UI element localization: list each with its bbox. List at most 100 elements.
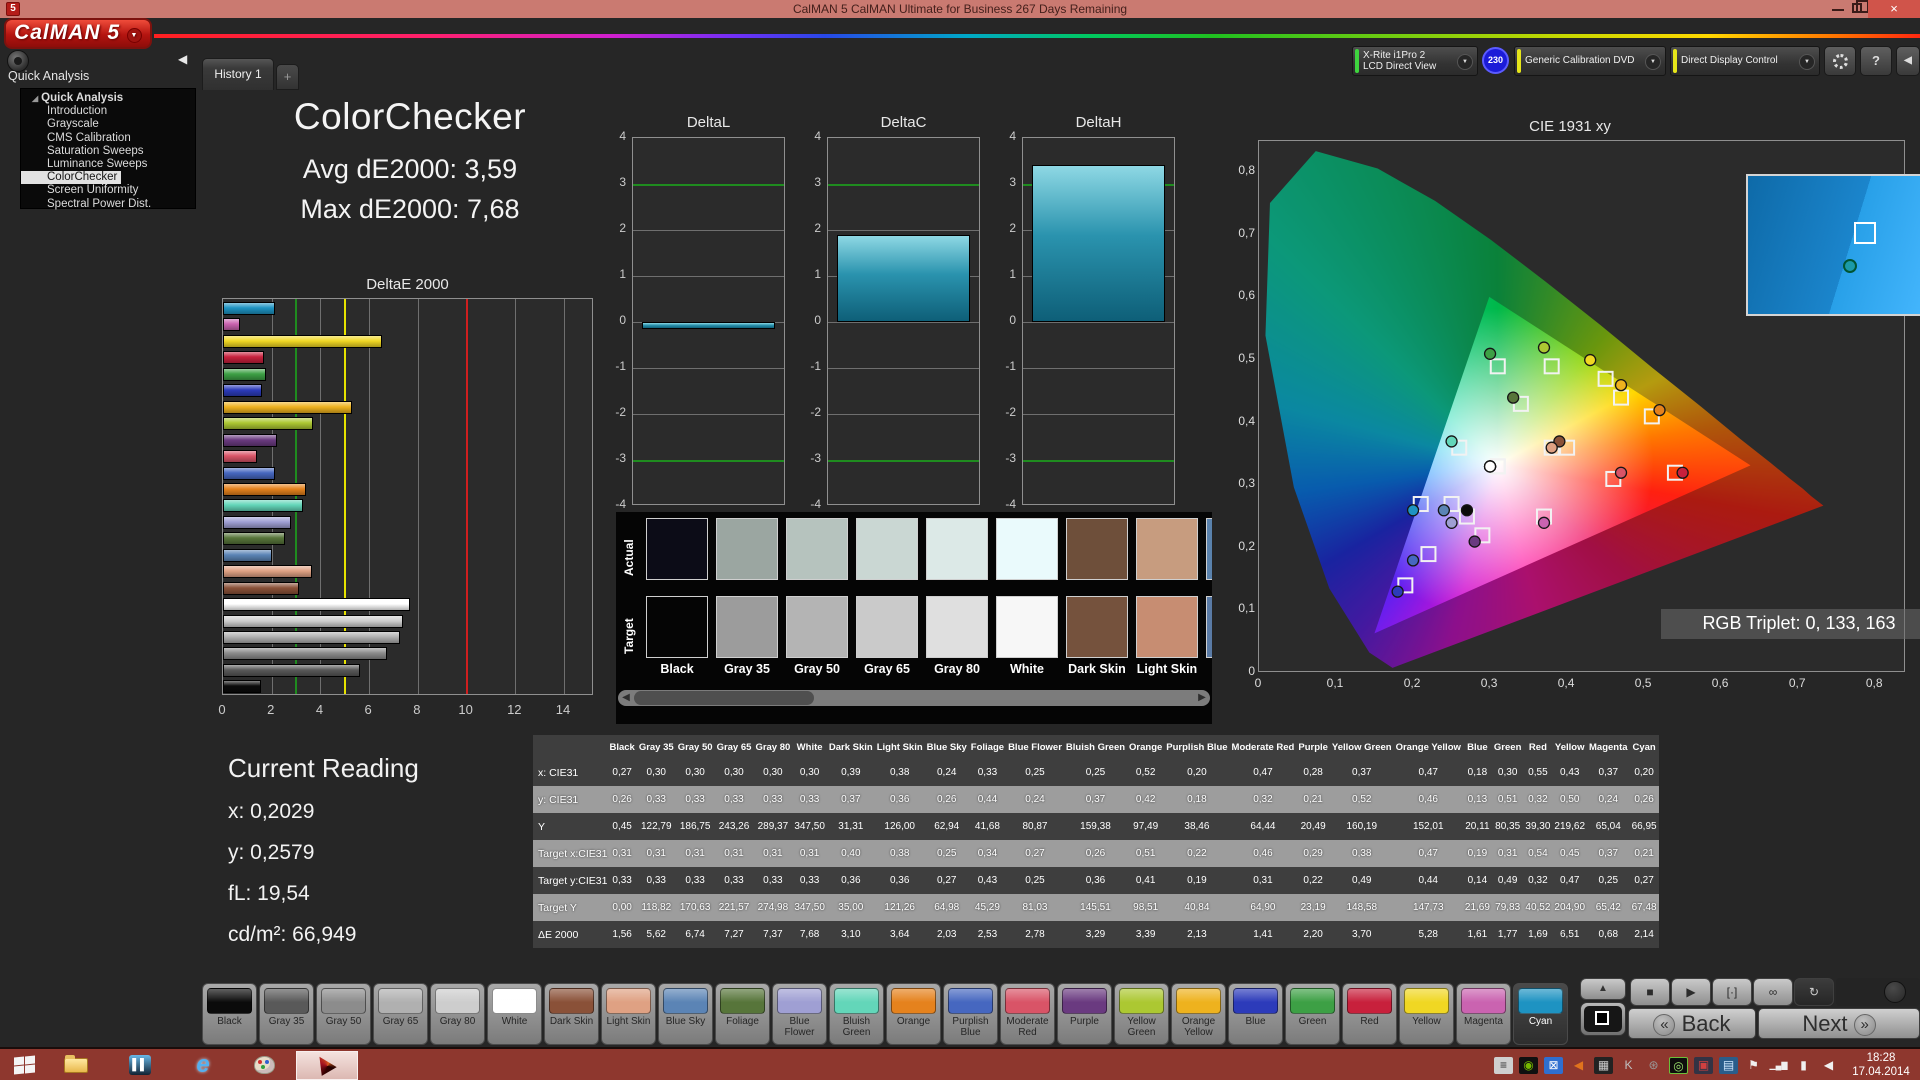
patch-button-cyan[interactable]: Cyan	[1513, 983, 1568, 1045]
patch-button-orange[interactable]: Orange	[886, 983, 941, 1045]
refresh-button[interactable]: ↻	[1794, 978, 1834, 1006]
power-plug-icon[interactable]: ▮	[1794, 1057, 1813, 1074]
internet-explorer-icon[interactable]: e	[188, 1053, 218, 1077]
patch-button-dark-skin[interactable]: Dark Skin	[544, 983, 599, 1045]
network-signal-icon[interactable]: ▁▄▇	[1769, 1057, 1788, 1074]
patch-button-blue-sky[interactable]: Blue Sky	[658, 983, 713, 1045]
actual-swatch-b	[1206, 518, 1212, 580]
sidebar-item-introduction[interactable]: Introduction	[21, 105, 195, 118]
calman-logo[interactable]: CalMAN 5 ▼	[4, 18, 152, 49]
next-button[interactable]: Next »	[1758, 1008, 1920, 1039]
patch-button-green[interactable]: Green	[1285, 983, 1340, 1045]
task-view-icon[interactable]: ≡	[1494, 1057, 1513, 1074]
close-icon[interactable]: ×	[1868, 0, 1920, 18]
patch-button-white[interactable]: White	[487, 983, 542, 1045]
patch-button-gray-65[interactable]: Gray 65	[373, 983, 428, 1045]
start-button[interactable]	[14, 1055, 36, 1075]
logo-dropdown-icon[interactable]: ▼	[126, 28, 142, 43]
patch-button-gray-80[interactable]: Gray 80	[430, 983, 485, 1045]
sidebar-item-colorchecker[interactable]: ColorChecker	[21, 171, 122, 185]
display-blocked-icon[interactable]: ▣	[1694, 1057, 1713, 1074]
sidebar-item-saturation-sweeps[interactable]: Saturation Sweeps	[21, 145, 195, 158]
patch-button-red[interactable]: Red	[1342, 983, 1397, 1045]
swatch-scrollbar[interactable]: ◀ ▶	[618, 690, 1210, 706]
play-button[interactable]: ▶	[1671, 978, 1711, 1006]
calman-taskbar-button[interactable]	[296, 1051, 358, 1080]
meter-dropdown[interactable]: X-Rite i1Pro 2 LCD Direct View ▼	[1352, 46, 1478, 76]
patch-color-chip	[1461, 988, 1506, 1014]
sidebar-item-quick-analysis[interactable]: ◢ Quick Analysis	[21, 92, 195, 105]
reading-cdm2: cd/m²: 66,949	[228, 923, 357, 946]
loop-button[interactable]: ∞	[1753, 978, 1793, 1006]
source-dropdown[interactable]: Generic Calibration DVD ▼	[1514, 46, 1666, 76]
cie-target-purplish-blue	[1420, 546, 1437, 563]
patch-button-foliage[interactable]: Foliage	[715, 983, 770, 1045]
taskbar-clock[interactable]: 18:28 17.04.2014	[1845, 1051, 1917, 1079]
scroll-right-icon[interactable]: ▶	[1195, 691, 1209, 705]
minimize-icon[interactable]	[1832, 9, 1844, 11]
patch-button-blue-flower[interactable]: Blue Flower	[772, 983, 827, 1045]
current-reading-block: Current Reading x: 0,2029 y: 0,2579 fL: …	[228, 753, 419, 964]
patch-color-chip	[492, 988, 537, 1014]
patch-button-yellow-green[interactable]: Yellow Green	[1114, 983, 1169, 1045]
record-button[interactable]	[1884, 981, 1906, 1003]
patch-button-orange-yellow[interactable]: Orange Yellow	[1171, 983, 1226, 1045]
sidebar-collapse-icon[interactable]: ◀	[178, 52, 187, 66]
settings-gear-icon[interactable]: ⊛	[1644, 1057, 1663, 1074]
patch-button-moderate-red[interactable]: Moderate Red	[1000, 983, 1055, 1045]
patch-button-magenta[interactable]: Magenta	[1456, 983, 1511, 1045]
pattern-up-button[interactable]: ▲	[1580, 978, 1626, 1000]
patch-button-yellow[interactable]: Yellow	[1399, 983, 1454, 1045]
col-header-green: Green	[1493, 741, 1522, 753]
nvidia-icon[interactable]: ◉	[1519, 1057, 1538, 1074]
restore-icon[interactable]	[1852, 0, 1869, 13]
sidebar-item-screen-uniformity[interactable]: Screen Uniformity	[21, 184, 195, 197]
patch-button-bluish-green[interactable]: Bluish Green	[829, 983, 884, 1045]
pattern-window-button[interactable]	[1580, 1002, 1626, 1036]
sidebar-item-grayscale[interactable]: Grayscale	[21, 118, 195, 131]
remote-desktop-icon[interactable]: ▤	[1719, 1057, 1738, 1074]
add-tab-button[interactable]: +	[276, 64, 299, 90]
cie-zoom-inset	[1746, 174, 1920, 316]
file-explorer-icon[interactable]	[61, 1053, 91, 1077]
help-button[interactable]: ?	[1860, 46, 1892, 76]
speaker-icon[interactable]: ◀	[1819, 1057, 1838, 1074]
scroll-left-icon[interactable]: ◀	[619, 691, 633, 705]
sidebar-item-luminance-sweeps[interactable]: Luminance Sweeps	[21, 158, 195, 171]
k-utility-icon[interactable]: K	[1619, 1057, 1638, 1074]
cie-measured-orange	[1653, 403, 1666, 417]
paint-icon[interactable]	[250, 1053, 280, 1077]
deltae-bar-bluish-green	[223, 499, 304, 513]
stop-button[interactable]: ■	[1630, 978, 1670, 1006]
analytics-app-icon[interactable]: ▌▌	[125, 1053, 155, 1077]
sidebar-item-cms-calibration[interactable]: CMS Calibration	[21, 132, 195, 145]
chevron-down-icon[interactable]: ▼	[1457, 54, 1473, 70]
chevron-down-icon[interactable]: ▼	[1799, 54, 1815, 70]
language-flag-icon[interactable]: ⚑	[1744, 1057, 1763, 1074]
tab-history-1[interactable]: History 1	[202, 58, 274, 90]
back-button[interactable]: « Back	[1628, 1008, 1756, 1039]
patch-button-black[interactable]: Black	[202, 983, 257, 1045]
meter-badge[interactable]: 230	[1482, 47, 1509, 74]
deltaC-bar	[837, 234, 970, 322]
next-label: Next	[1802, 1011, 1848, 1036]
deltae-bar-gray-35	[223, 663, 360, 677]
patch-button-purplish-blue[interactable]: Purplish Blue	[943, 983, 998, 1045]
scrollbar-thumb[interactable]	[634, 691, 814, 705]
display-utility-icon[interactable]: ⊠	[1544, 1057, 1563, 1074]
chevron-down-icon[interactable]: ▼	[1645, 54, 1661, 70]
patch-button-gray-35[interactable]: Gray 35	[259, 983, 314, 1045]
display-control-dropdown[interactable]: Direct Display Control ▼	[1670, 46, 1820, 76]
sidebar-item-spectral-power-dist-[interactable]: Spectral Power Dist.	[21, 198, 195, 211]
tree-expander-icon[interactable]: ◢	[32, 94, 38, 103]
sound-device-icon[interactable]: ▦	[1594, 1057, 1613, 1074]
collapse-panel-button[interactable]: ◀	[1896, 46, 1920, 76]
patch-button-purple[interactable]: Purple	[1057, 983, 1112, 1045]
patch-button-gray-50[interactable]: Gray 50	[316, 983, 371, 1045]
volume-mixer-icon[interactable]: ◀	[1569, 1057, 1588, 1074]
patch-button-blue[interactable]: Blue	[1228, 983, 1283, 1045]
steam-icon[interactable]: ◎	[1669, 1057, 1688, 1074]
frame-step-button[interactable]: [·]	[1712, 978, 1752, 1006]
patch-button-light-skin[interactable]: Light Skin	[601, 983, 656, 1045]
settings-button[interactable]	[1824, 46, 1856, 76]
